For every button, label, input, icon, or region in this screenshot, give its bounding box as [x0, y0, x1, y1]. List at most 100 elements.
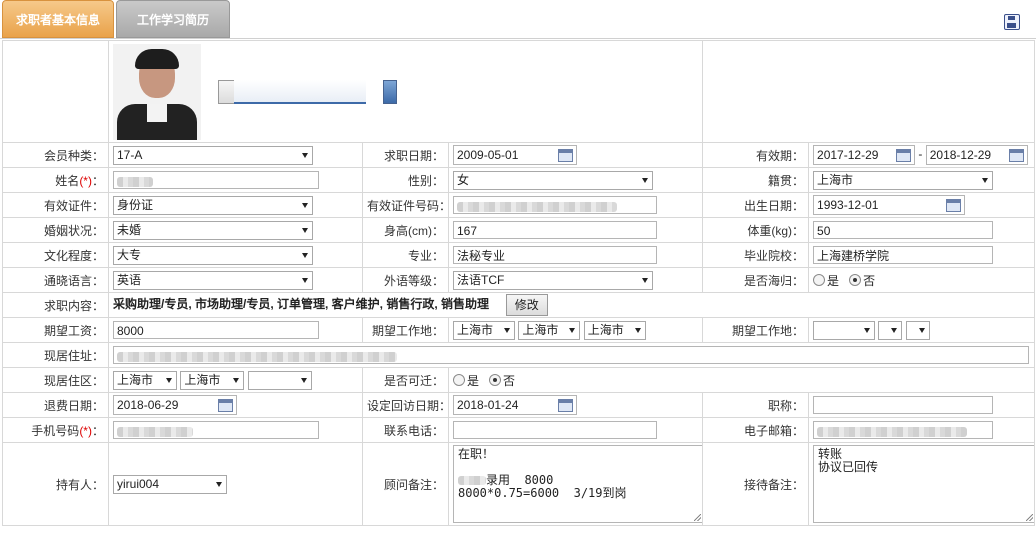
apply-date-field[interactable]: 2009-05-01 — [453, 145, 577, 165]
upload-button[interactable] — [382, 79, 397, 104]
native-place-select[interactable]: 上海市 — [813, 170, 994, 190]
chevron-down-icon — [569, 327, 576, 333]
address-label: 现居住址： — [2, 342, 109, 368]
overseas-no-radio[interactable] — [849, 273, 862, 286]
calendar-icon[interactable] — [218, 399, 233, 412]
refund-date-label: 退费日期： — [2, 392, 109, 418]
consultant-note-textarea[interactable]: 在职！ 录用 8000 8000*0.75=6000 3/19到岗 — [453, 445, 702, 523]
refund-date-field[interactable]: 2018-06-29 — [113, 395, 237, 415]
member-type-select[interactable]: 17-A — [113, 145, 313, 165]
living-area-label: 现居住区： — [2, 367, 109, 393]
tab-resume[interactable]: 工作学习简历 — [116, 0, 230, 38]
email-field[interactable] — [813, 421, 994, 439]
work-place-2-district-select[interactable] — [905, 320, 930, 340]
resize-grip-icon[interactable] — [1026, 514, 1034, 521]
chevron-down-icon — [891, 327, 898, 333]
email-label: 电子邮箱： — [702, 417, 810, 443]
salary-field[interactable]: 8000 — [113, 321, 319, 339]
mobile-label: 手机号码(*)： — [2, 417, 109, 443]
marital-select[interactable]: 未婚 — [113, 220, 313, 240]
education-select[interactable]: 大专 — [113, 245, 313, 265]
overseas-label: 是否海归： — [702, 267, 810, 293]
id-number-field[interactable] — [453, 196, 657, 214]
redacted-address — [117, 351, 397, 362]
save-icon[interactable] — [1004, 14, 1020, 30]
name-field[interactable] — [113, 171, 319, 189]
overseas-yes-label: 是 — [827, 273, 840, 288]
birth-date-field[interactable]: 1993-12-01 — [813, 195, 966, 215]
chevron-down-icon — [302, 202, 308, 208]
job-content-value: 采购助理/专员, 市场助理/专员, 订单管理, 客户维护, 销售行政, 销售助理 — [113, 297, 490, 312]
overseas-yes-radio[interactable] — [813, 273, 826, 286]
living-province-select[interactable]: 上海市 — [113, 370, 177, 390]
work-place-province-select[interactable]: 上海市 — [453, 320, 515, 340]
tab-basic-info[interactable]: 求职者基本信息 — [2, 0, 114, 38]
calendar-icon[interactable] — [1008, 149, 1024, 162]
mobile-field[interactable] — [113, 421, 319, 439]
choose-file-button[interactable] — [217, 79, 236, 104]
relocate-label: 是否可迁： — [362, 367, 449, 393]
valid-to-value: 2018-12-29 — [929, 148, 992, 162]
member-type-label: 会员种类： — [2, 142, 109, 168]
school-field[interactable]: 上海建桥学院 — [813, 246, 994, 264]
relocate-yes-label: 是 — [467, 373, 480, 388]
native-place-label: 籍贯： — [702, 167, 810, 193]
chevron-down-icon — [216, 481, 222, 487]
gender-label: 性别： — [362, 167, 449, 193]
id-number-label: 有效证件号码： — [362, 192, 449, 218]
chevron-down-icon — [166, 377, 172, 383]
required-mark: (*) — [79, 173, 92, 188]
owner-select[interactable]: yirui004 — [113, 474, 227, 494]
work-place-district-select[interactable]: 上海市 — [583, 320, 646, 340]
name-label: 姓名(*)： — [2, 167, 109, 193]
calendar-icon[interactable] — [558, 149, 573, 162]
revisit-date-field[interactable]: 2018-01-24 — [453, 395, 577, 415]
photo-label — [2, 40, 109, 143]
reception-note-label: 接待备注： — [702, 442, 810, 526]
major-label: 专业： — [362, 242, 449, 268]
school-label: 毕业院校： — [702, 242, 810, 268]
chevron-down-icon — [642, 277, 648, 283]
valid-to-field[interactable]: 2018-12-29 — [925, 145, 1028, 165]
calendar-icon[interactable] — [558, 399, 573, 412]
language-select[interactable]: 英语 — [113, 270, 313, 290]
lang-level-select[interactable]: 法语TCF — [453, 270, 653, 290]
chevron-down-icon — [642, 177, 648, 183]
chevron-down-icon — [918, 327, 925, 333]
relocate-no-radio[interactable] — [489, 373, 502, 386]
phone-field[interactable] — [453, 421, 657, 439]
title-field[interactable] — [813, 396, 994, 414]
weight-label: 体重(kg)： — [702, 217, 810, 243]
living-district-select[interactable] — [247, 370, 312, 390]
work-place-label: 期望工作地： — [362, 317, 449, 343]
resize-grip-icon[interactable] — [694, 514, 701, 521]
redacted-email — [817, 426, 968, 437]
edit-job-content-button[interactable]: 修改 — [505, 294, 548, 316]
redacted-mobile — [117, 426, 193, 437]
living-city-select[interactable]: 上海市 — [180, 370, 245, 390]
major-field[interactable]: 法秘专业 — [453, 246, 657, 264]
weight-field[interactable]: 50 — [813, 221, 994, 239]
address-field[interactable] — [113, 346, 1029, 364]
work-place-2-label: 期望工作地： — [702, 317, 810, 343]
chevron-down-icon — [302, 152, 308, 158]
salary-label: 期望工资： — [2, 317, 109, 343]
work-place-city-select[interactable]: 上海市 — [518, 320, 581, 340]
applicant-form: 会员种类： 17-A 求职日期： 2009-05-01 有效期： 2017-12… — [2, 40, 1036, 526]
calendar-icon[interactable] — [946, 199, 962, 212]
relocate-yes-radio[interactable] — [453, 373, 465, 386]
height-label: 身高(cm)： — [362, 217, 449, 243]
gender-select[interactable]: 女 — [453, 170, 653, 190]
calendar-icon[interactable] — [896, 149, 912, 162]
id-type-select[interactable]: 身份证 — [113, 195, 313, 215]
valid-from-field[interactable]: 2017-12-29 — [813, 145, 916, 165]
member-type-value: 17-A — [117, 147, 143, 162]
language-label: 通晓语言： — [2, 267, 109, 293]
work-place-2-city-select[interactable] — [878, 320, 903, 340]
height-field[interactable]: 167 — [453, 221, 657, 239]
redacted-note-name — [458, 476, 486, 485]
photo-empty-cell — [702, 40, 1036, 143]
reception-note-textarea[interactable]: 转账 协议已回传 — [813, 445, 1034, 523]
work-place-2-province-select[interactable] — [813, 320, 876, 340]
education-label: 文化程度： — [2, 242, 109, 268]
